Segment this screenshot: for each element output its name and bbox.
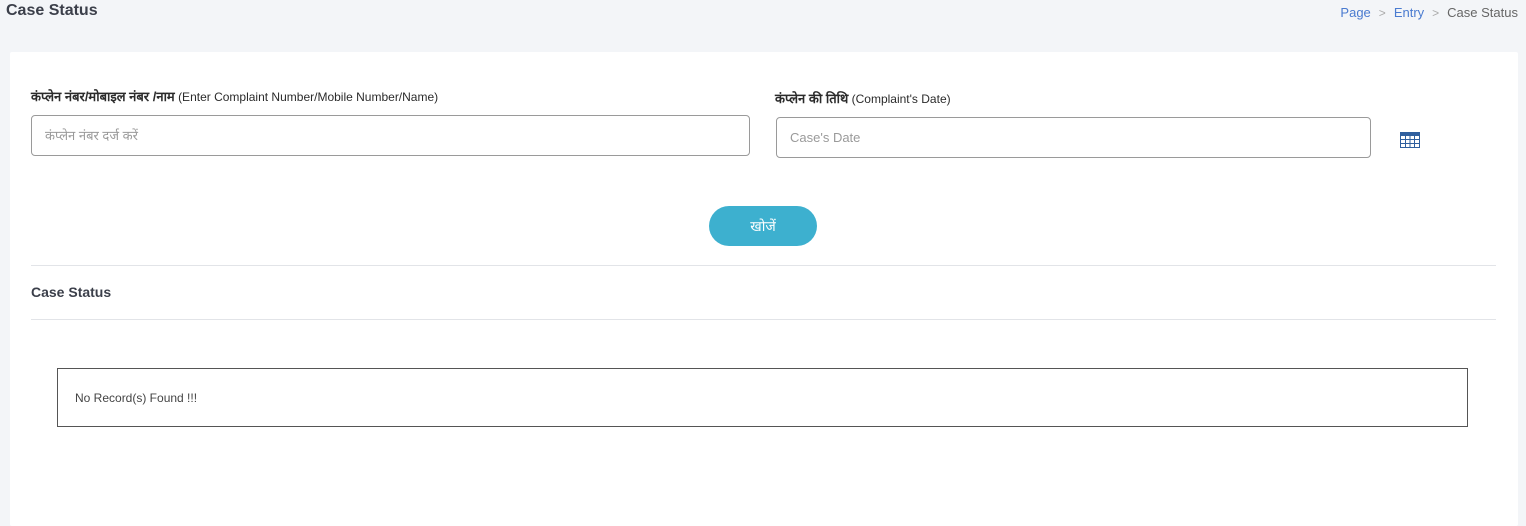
complaint-label-english: (Enter Complaint Number/Mobile Number/Na… [178,90,439,104]
complaint-number-input[interactable] [31,115,750,156]
breadcrumb-separator: > [1378,5,1386,20]
case-status-card: कंप्लेन नंबर/मोबाइल नंबर /नाम (Enter Com… [10,52,1518,526]
no-records-message: No Record(s) Found !!! [75,391,198,405]
case-date-input[interactable] [776,117,1371,158]
date-label-hindi: कंप्लेन की तिथि [775,91,849,106]
results-table-empty: No Record(s) Found !!! [57,368,1468,427]
divider [31,319,1496,320]
breadcrumb: Page > Entry > Case Status [1340,5,1518,20]
breadcrumb-item-page[interactable]: Page [1340,5,1370,20]
calendar-icon[interactable] [1400,132,1420,148]
complaint-date-label: कंप्लेन की तिथि (Complaint's Date) [775,89,951,107]
breadcrumb-separator: > [1432,5,1440,20]
page-title: Case Status [6,2,98,19]
divider [31,265,1496,266]
breadcrumb-current: Case Status [1447,5,1518,20]
date-label-english: (Complaint's Date) [851,92,951,106]
search-button[interactable]: खोजें [709,206,817,246]
complaint-label-hindi: कंप्लेन नंबर/मोबाइल नंबर /नाम [31,89,175,104]
page-header: Case Status Page > Entry > Case Status [0,0,1526,40]
complaint-number-label: कंप्लेन नंबर/मोबाइल नंबर /नाम (Enter Com… [31,87,438,105]
results-section-title: Case Status [31,284,112,300]
breadcrumb-item-entry[interactable]: Entry [1394,5,1424,20]
